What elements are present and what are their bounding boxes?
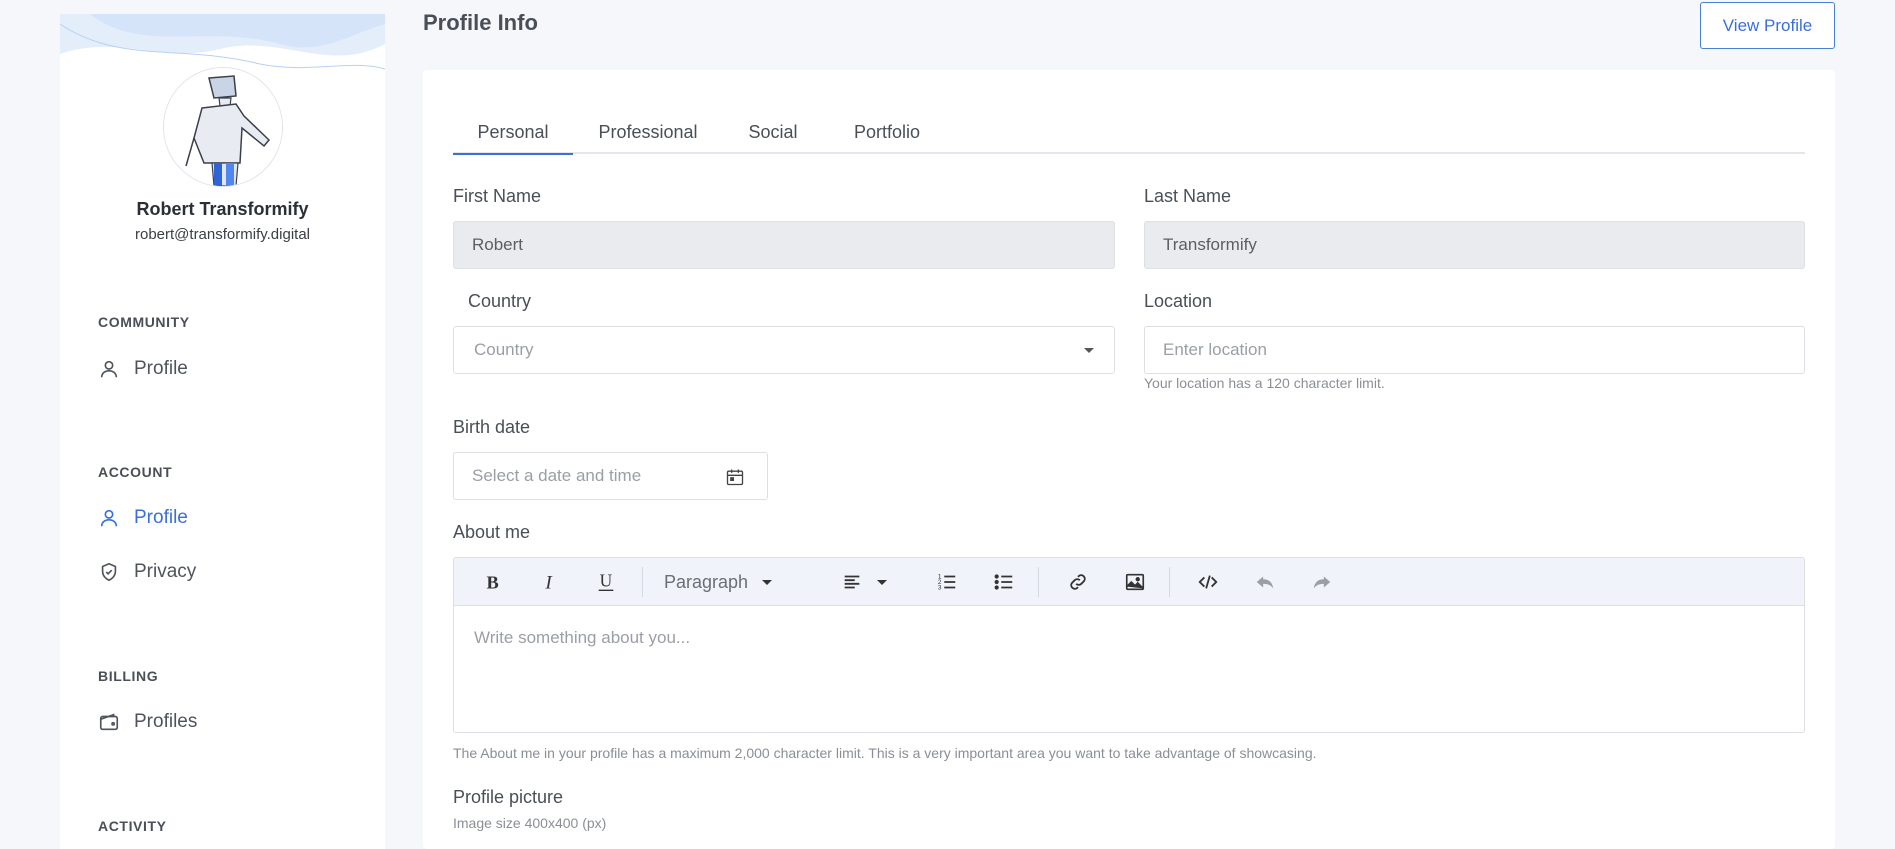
chevron-down-icon	[1084, 348, 1094, 353]
avatar[interactable]	[163, 67, 283, 187]
code-icon	[1198, 575, 1218, 589]
wallet-icon	[99, 713, 119, 731]
first-name-label: First Name	[453, 186, 542, 206]
location-label: Location	[1144, 291, 1213, 311]
birth-date-label: Birth date	[453, 417, 531, 437]
tab-bar: Personal Professional Social Portfolio	[453, 110, 1805, 155]
sidebar-item-account-profile[interactable]: Profile	[98, 503, 188, 533]
user-email: robert@transformify.digital	[134, 226, 310, 243]
underline-button[interactable]: U	[578, 558, 634, 606]
chevron-down-icon	[762, 579, 773, 585]
bold-button[interactable]: B	[464, 558, 520, 606]
sidebar: Robert Transformify robert@transformify.…	[60, 14, 385, 849]
about-me-label: About me	[453, 522, 531, 542]
user-icon	[100, 360, 118, 378]
sidebar-item-label: Profile	[134, 507, 188, 528]
editor-toolbar: B I U Paragraph 123	[454, 558, 1804, 606]
toolbar-divider	[1169, 567, 1170, 597]
about-me-hint: The About me in your profile has a maxim…	[453, 745, 1317, 761]
toolbar-divider	[642, 567, 643, 597]
insert-link-button[interactable]	[1050, 558, 1106, 606]
sidebar-item-label: Privacy	[134, 561, 197, 582]
tab-professional[interactable]: Professional	[573, 110, 723, 154]
underline-icon: U	[598, 571, 614, 591]
view-profile-button[interactable]: View Profile	[1700, 2, 1835, 49]
bullet-list-button[interactable]	[976, 558, 1032, 606]
calendar-icon	[726, 469, 744, 486]
ordered-list-button[interactable]: 123	[919, 558, 975, 606]
page-title: Profile Info	[423, 10, 538, 35]
sidebar-item-label: Profile	[134, 358, 188, 379]
svg-text:I: I	[544, 572, 553, 593]
location-hint: Your location has a 120 character limit.	[1144, 375, 1385, 391]
tab-portfolio[interactable]: Portfolio	[823, 110, 951, 154]
align-dropdown[interactable]	[824, 558, 904, 606]
undo-button[interactable]	[1237, 558, 1293, 606]
italic-button[interactable]: I	[521, 558, 577, 606]
profile-picture-label: Profile picture	[453, 787, 564, 807]
image-icon	[1125, 573, 1145, 591]
nav-section-billing: BILLING	[98, 668, 159, 684]
birth-date-picker[interactable]: Select a date and time	[453, 452, 768, 500]
italic-icon: I	[544, 572, 553, 593]
tab-social[interactable]: Social	[723, 110, 823, 154]
redo-button[interactable]	[1294, 558, 1350, 606]
country-select-placeholder: Country	[474, 340, 534, 359]
last-name-field[interactable]	[1144, 221, 1805, 269]
bold-icon: B	[487, 572, 499, 592]
sidebar-item-community-profile[interactable]: Profile	[98, 354, 188, 384]
nav-section-account: ACCOUNT	[98, 464, 173, 480]
nav-section-activity: ACTIVITY	[98, 818, 167, 834]
chevron-down-icon	[877, 579, 887, 585]
bullet-list-icon	[994, 574, 1013, 590]
block-format-dropdown[interactable]: Paragraph	[650, 558, 790, 606]
country-label: Country	[468, 291, 532, 311]
nav-section-community: COMMUNITY	[98, 314, 190, 330]
link-icon	[1070, 574, 1086, 590]
sidebar-item-account-privacy[interactable]: Privacy	[98, 557, 196, 587]
source-code-button[interactable]	[1180, 558, 1236, 606]
first-name-field[interactable]	[453, 221, 1115, 269]
user-icon	[100, 509, 118, 527]
sidebar-item-label: Profiles	[134, 711, 198, 732]
align-left-icon	[844, 575, 860, 589]
user-name: Robert Transformify	[136, 199, 309, 219]
svg-text:B: B	[487, 572, 499, 592]
last-name-label: Last Name	[1144, 186, 1232, 206]
sidebar-item-billing-profiles[interactable]: Profiles	[98, 707, 197, 737]
location-input[interactable]	[1144, 326, 1805, 374]
tab-personal[interactable]: Personal	[453, 110, 573, 155]
svg-text:U: U	[600, 571, 613, 591]
undo-icon	[1256, 576, 1274, 589]
about-me-textarea[interactable]: Write something about you...	[474, 628, 690, 648]
redo-icon	[1313, 576, 1331, 589]
shield-check-icon	[101, 562, 117, 582]
profile-picture-hint: Image size 400x400 (px)	[453, 815, 607, 831]
profile-form-card: Personal Professional Social Portfolio F…	[423, 70, 1835, 849]
country-select[interactable]: Country	[453, 326, 1115, 374]
about-me-editor: B I U Paragraph 123 Write something abou…	[453, 557, 1805, 733]
ordered-list-icon: 123	[938, 573, 956, 591]
block-format-label: Paragraph	[664, 571, 749, 592]
toolbar-divider	[1038, 567, 1039, 597]
birth-date-placeholder: Select a date and time	[472, 466, 642, 485]
svg-text:3: 3	[938, 584, 942, 591]
insert-image-button[interactable]	[1107, 558, 1163, 606]
user-illustration-icon	[164, 68, 282, 186]
